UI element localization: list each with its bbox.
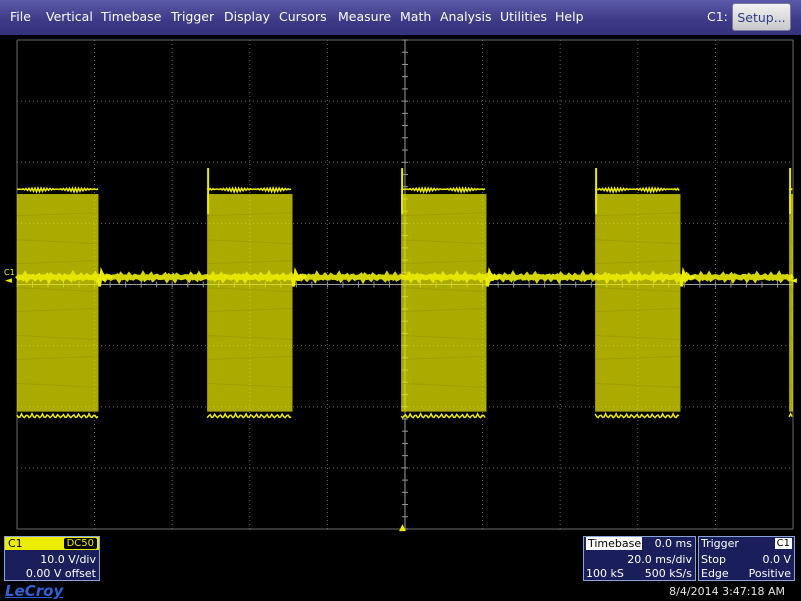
menu-display[interactable]: Display (224, 9, 270, 24)
menu-analysis[interactable]: Analysis (440, 9, 492, 24)
trace-burst (16, 185, 114, 419)
trigger-position-icon: ▲ (399, 523, 406, 533)
trace-burst (788, 168, 794, 418)
graticule-display[interactable] (0, 35, 801, 535)
burst-envelope (595, 194, 681, 412)
sample-rate: 500 kS/s (644, 567, 692, 580)
active-channel-label: C1: (707, 9, 728, 24)
trigger-level: 0.0 V (762, 553, 791, 566)
menu-file[interactable]: File (10, 9, 31, 24)
menu-measure[interactable]: Measure (338, 9, 391, 24)
trigger-descriptor-box[interactable]: Trigger C1 Stop 0.0 V Edge Positive (698, 536, 795, 581)
trigger-source-badge: C1 (774, 538, 792, 549)
menu-timebase[interactable]: Timebase (101, 9, 161, 24)
burst-envelope (401, 194, 487, 412)
time-per-div: 20.0 ms/div (627, 553, 692, 566)
menu-math[interactable]: Math (400, 9, 431, 24)
trace-burst (594, 168, 696, 419)
c1-ground-marker: C1 ◄ (4, 268, 15, 286)
menu-utilities[interactable]: Utilities (500, 9, 547, 24)
volts-per-div: 10.0 V/div (40, 553, 96, 566)
setup-button[interactable]: Setup... (732, 3, 791, 31)
menu-help[interactable]: Help (555, 9, 584, 24)
channel-descriptor-box[interactable]: C1 DC50 10.0 V/div 0.00 V offset (4, 536, 100, 581)
timebase-descriptor-box[interactable]: Timebase 0.0 ms 20.0 ms/div 100 kS 500 k… (583, 536, 696, 581)
trigger-slope: Positive (748, 567, 791, 580)
burst-envelope (789, 194, 793, 412)
sample-count: 100 kS (586, 567, 624, 580)
menu-vertical[interactable]: Vertical (46, 9, 93, 24)
lecroy-logo: LeCroy (5, 582, 64, 600)
burst-envelope (207, 194, 293, 412)
c1-right-level-icon: ◄ (790, 276, 797, 286)
channel-name: C1 (8, 537, 23, 550)
trace-burst (206, 168, 308, 419)
acquisition-timestamp: 8/4/2014 3:47:18 AM (669, 585, 785, 598)
timebase-title: Timebase (586, 537, 642, 550)
burst-envelope (17, 194, 99, 412)
menu-bar: File Vertical Timebase Trigger Display C… (0, 0, 801, 35)
channel-header: C1 DC50 (5, 537, 99, 550)
menu-trigger[interactable]: Trigger (171, 9, 214, 24)
timebase-position: 0.0 ms (654, 537, 692, 550)
channel-offset: 0.00 V offset (25, 567, 96, 580)
coupling-badge: DC50 (63, 538, 97, 549)
trigger-type: Edge (701, 567, 729, 580)
trigger-mode: Stop (701, 553, 727, 566)
trace-burst (400, 168, 502, 419)
menu-cursors[interactable]: Cursors (279, 9, 327, 24)
trigger-title: Trigger (701, 537, 739, 550)
